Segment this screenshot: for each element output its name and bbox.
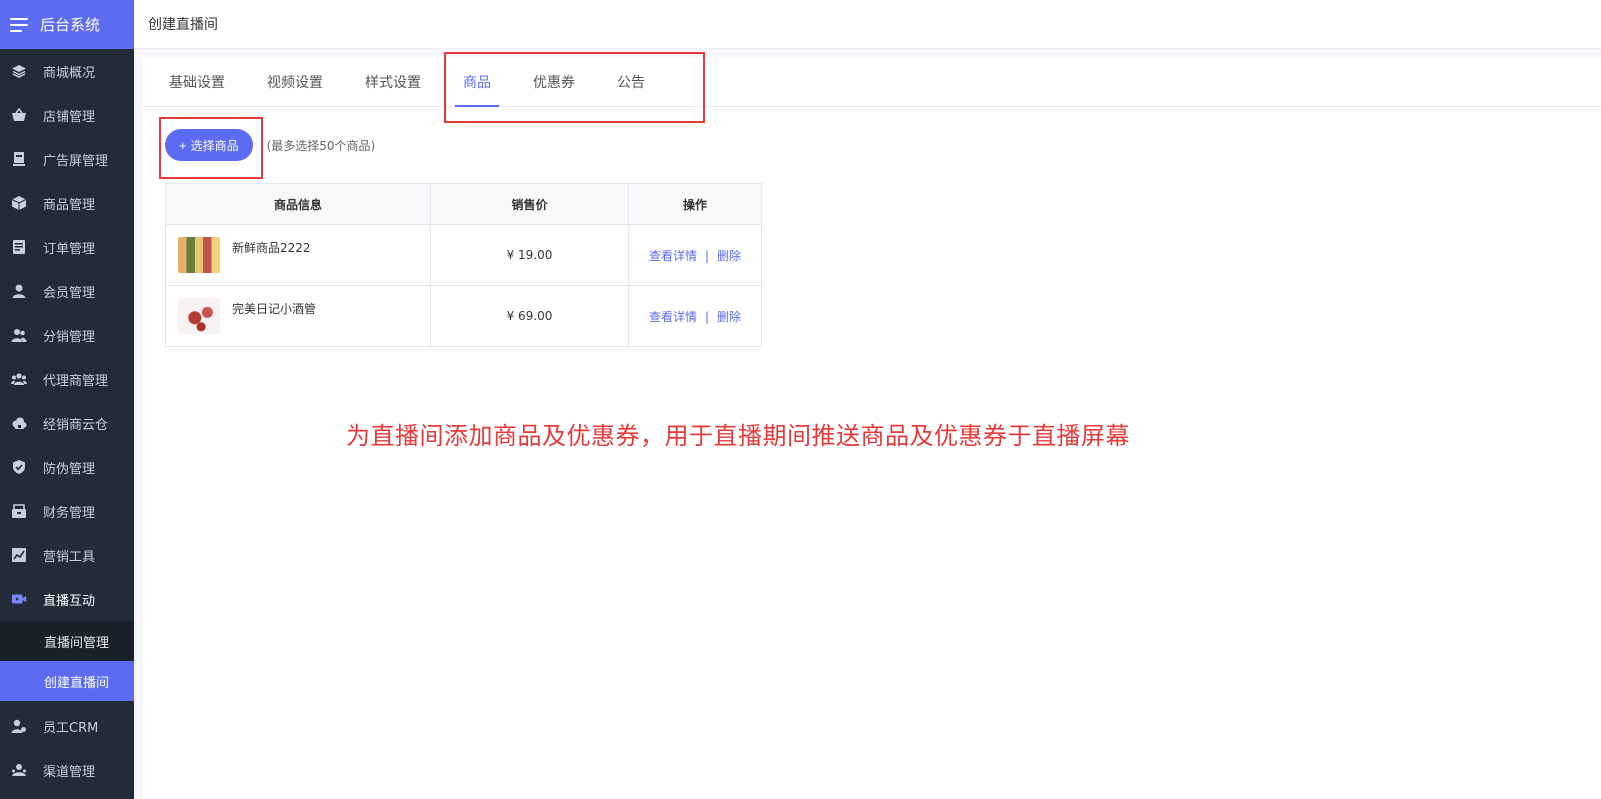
view-details-link[interactable]: 查看详情 (649, 310, 697, 324)
goods-name: 完美日记小酒管 (232, 302, 317, 316)
sidebar-item-marketing[interactable]: 营销工具 (0, 533, 134, 577)
tab-style-settings[interactable]: 样式设置 (353, 58, 433, 106)
video-icon (11, 591, 27, 607)
sidebar-subitem-create-live-room[interactable]: 创建直播间 (0, 661, 134, 701)
sidebar-menu: 商城概况 店铺管理 广告屏管理 商品管理 订单管理 会员管理 分销管理 代理商管… (0, 49, 134, 621)
goods-price: ¥ 19.00 (430, 224, 629, 286)
shield-check-icon (11, 459, 27, 475)
sidebar-item-label: 渠道管理 (43, 764, 96, 780)
box-icon (11, 195, 27, 211)
layers-icon (11, 63, 27, 79)
sidebar-item-channel[interactable]: 渠道管理 (0, 748, 134, 792)
goods-toolbar: + 选择商品 (最多选择50个商品) (143, 107, 1601, 183)
tab-goods[interactable]: 商品 (451, 58, 503, 107)
tab-basic-settings[interactable]: 基础设置 (157, 58, 237, 106)
sidebar-item-cloud-warehouse[interactable]: 经销商云仓 (0, 401, 134, 445)
staff-icon (11, 718, 27, 734)
sidebar-item-label: 防伪管理 (43, 461, 96, 477)
sidebar-menu-lower: 员工CRM 渠道管理 (0, 704, 134, 792)
table-row: 新鲜商品2222 ¥ 19.00 查看详情 | 删除 (165, 224, 762, 286)
goods-info-cell: 新鲜商品2222 (165, 224, 431, 286)
page-header: 创建直播间 (134, 0, 1601, 49)
tab-notice[interactable]: 公告 (605, 58, 657, 106)
sidebar-item-label: 直播互动 (43, 593, 96, 609)
sidebar-item-label: 订单管理 (43, 241, 96, 257)
sidebar-item-live[interactable]: 直播互动 (0, 577, 134, 621)
column-header-goods-info: 商品信息 (165, 183, 431, 225)
sidebar-item-agents[interactable]: 代理商管理 (0, 357, 134, 401)
goods-info-cell: 完美日记小酒管 (165, 285, 431, 347)
sidebar-item-label: 员工CRM (43, 720, 99, 736)
sidebar-item-label: 分销管理 (43, 329, 96, 345)
column-header-price: 销售价 (430, 183, 629, 225)
sidebar: 后台系统 商城概况 店铺管理 广告屏管理 商品管理 订单管理 会员管理 分销管理… (0, 0, 134, 799)
sidebar-item-staff-crm[interactable]: 员工CRM (0, 704, 134, 748)
app-root: 后台系统 商城概况 店铺管理 广告屏管理 商品管理 订单管理 会员管理 分销管理… (0, 0, 1601, 799)
delete-link[interactable]: 删除 (717, 249, 741, 263)
delete-link[interactable]: 删除 (717, 310, 741, 324)
sidebar-item-anti-fake[interactable]: 防伪管理 (0, 445, 134, 489)
sidebar-item-ad-screen[interactable]: 广告屏管理 (0, 137, 134, 181)
sidebar-item-label: 代理商管理 (43, 373, 109, 389)
sidebar-item-finance[interactable]: 财务管理 (0, 489, 134, 533)
wallet-icon (11, 503, 27, 519)
menu-icon[interactable] (10, 17, 28, 32)
goods-thumbnail[interactable] (178, 298, 220, 334)
view-details-link[interactable]: 查看详情 (649, 249, 697, 263)
brand[interactable]: 后台系统 (0, 0, 134, 49)
chart-icon (11, 547, 27, 563)
sidebar-item-label: 财务管理 (43, 505, 96, 521)
sidebar-item-orders[interactable]: 订单管理 (0, 225, 134, 269)
channel-icon (11, 762, 27, 778)
user-icon (11, 283, 27, 299)
tab-coupons[interactable]: 优惠券 (521, 58, 587, 106)
sidebar-item-distribution[interactable]: 分销管理 (0, 313, 134, 357)
action-separator: | (704, 309, 710, 324)
users-icon (11, 327, 27, 343)
goods-actions-cell: 查看详情 | 删除 (628, 285, 762, 347)
sidebar-item-label: 店铺管理 (43, 109, 96, 125)
sidebar-submenu-live: 直播间管理 创建直播间 (0, 621, 134, 701)
plus-icon: + (179, 137, 187, 153)
goods-thumbnail[interactable] (178, 237, 220, 273)
sidebar-item-label: 会员管理 (43, 285, 96, 301)
sidebar-item-members[interactable]: 会员管理 (0, 269, 134, 313)
sidebar-item-label: 营销工具 (43, 549, 96, 565)
goods-price: ¥ 69.00 (430, 285, 629, 347)
sidebar-item-label: 经销商云仓 (43, 417, 109, 433)
select-limit-hint: (最多选择50个商品) (266, 138, 376, 153)
sidebar-item-overview[interactable]: 商城概况 (0, 49, 134, 93)
sidebar-item-label: 商城概况 (43, 65, 96, 81)
tab-video-settings[interactable]: 视频设置 (255, 58, 335, 106)
sidebar-item-label: 商品管理 (43, 197, 96, 213)
billboard-icon (11, 151, 27, 167)
sidebar-subitem-live-room-manage[interactable]: 直播间管理 (0, 621, 134, 661)
sidebar-item-goods[interactable]: 商品管理 (0, 181, 134, 225)
goods-actions-cell: 查看详情 | 删除 (628, 224, 762, 286)
annotation-text: 为直播间添加商品及优惠券，用于直播期间推送商品及优惠券于直播屏幕 (346, 422, 1130, 450)
page-title: 创建直播间 (148, 17, 218, 33)
document-icon (11, 239, 27, 255)
group-icon (11, 371, 27, 387)
tab-bar: 基础设置 视频设置 样式设置 商品 优惠券 公告 (143, 58, 1601, 107)
sidebar-item-label: 广告屏管理 (43, 153, 109, 169)
table-row: 完美日记小酒管 ¥ 69.00 查看详情 | 删除 (165, 285, 762, 347)
select-goods-button[interactable]: + 选择商品 (165, 129, 253, 161)
select-goods-label: 选择商品 (190, 138, 239, 153)
app-title: 后台系统 (40, 16, 101, 34)
action-separator: | (704, 248, 710, 263)
column-header-actions: 操作 (628, 183, 762, 225)
table-header-row: 商品信息 销售价 操作 (165, 183, 762, 225)
basket-icon (11, 107, 27, 123)
cloud-warehouse-icon (11, 415, 27, 431)
sidebar-item-store[interactable]: 店铺管理 (0, 93, 134, 137)
goods-table: 商品信息 销售价 操作 新鲜商品2222 ¥ 19.00 查看详情 | 删除 完… (165, 183, 762, 347)
goods-name: 新鲜商品2222 (232, 241, 311, 255)
